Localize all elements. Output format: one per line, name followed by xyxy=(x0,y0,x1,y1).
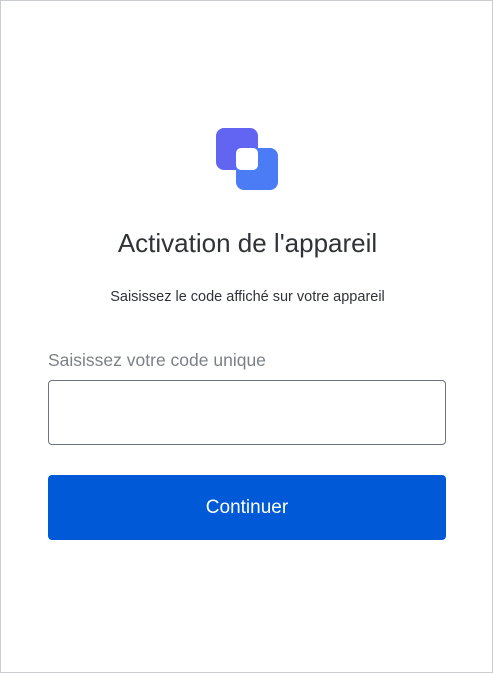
device-activation-panel: Activation de l'appareil Saisissez le co… xyxy=(0,0,493,673)
code-field-label: Saisissez votre code unique xyxy=(48,350,266,370)
continue-button[interactable]: Continuer xyxy=(48,475,446,540)
page-subtitle: Saisissez le code affiché sur votre appa… xyxy=(110,289,385,305)
page-title: Activation de l'appareil xyxy=(117,228,378,258)
code-input[interactable] xyxy=(48,380,446,445)
app-logo-icon xyxy=(216,128,278,190)
